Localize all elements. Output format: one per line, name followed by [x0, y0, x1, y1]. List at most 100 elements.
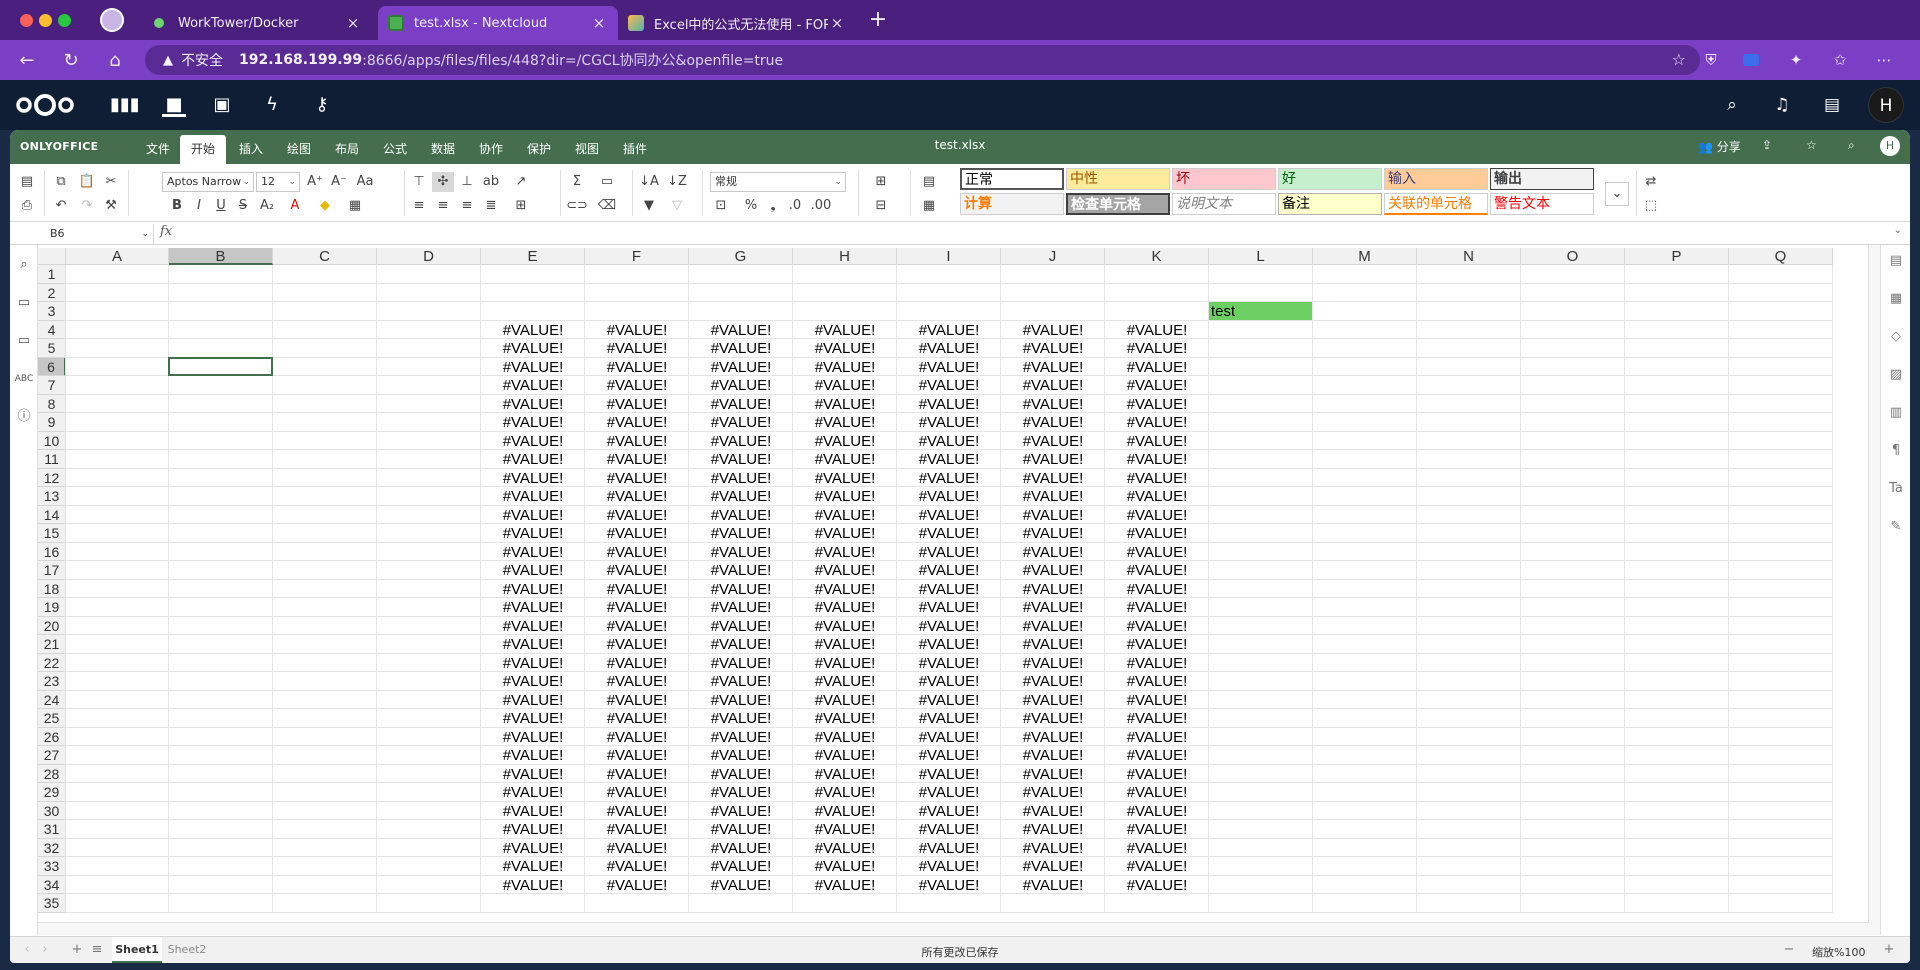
column-header-h[interactable]: H [793, 248, 897, 265]
next-sheet-icon[interactable]: › [36, 941, 54, 959]
cell-f20[interactable]: #VALUE! [585, 617, 689, 635]
profile-avatar[interactable] [100, 8, 124, 32]
column-header-p[interactable]: P [1625, 248, 1729, 265]
cell-f25[interactable]: #VALUE! [585, 709, 689, 727]
cell-i6[interactable]: #VALUE! [897, 358, 1001, 376]
row-header-12[interactable]: 12 [38, 468, 66, 487]
increase-font-icon[interactable]: A⁺ [304, 172, 326, 192]
row-header-26[interactable]: 26 [38, 727, 66, 746]
row-header-11[interactable]: 11 [38, 450, 66, 469]
column-header-a[interactable]: A [66, 248, 169, 265]
search-icon[interactable]: ⌕ [1848, 138, 1855, 153]
cell-k6[interactable]: #VALUE! [1105, 358, 1209, 376]
bookmark-star-icon[interactable]: ☆ [1672, 50, 1686, 69]
cell-i21[interactable]: #VALUE! [897, 635, 1001, 653]
cell-i17[interactable]: #VALUE! [897, 561, 1001, 579]
cell-f26[interactable]: #VALUE! [585, 728, 689, 746]
row-header-10[interactable]: 10 [38, 431, 66, 450]
cell-e5[interactable]: #VALUE! [481, 339, 585, 357]
cell-i13[interactable]: #VALUE! [897, 487, 1001, 505]
menu-view[interactable]: 视图 [568, 135, 606, 164]
select-all-corner[interactable] [38, 248, 66, 265]
cell-e24[interactable]: #VALUE! [481, 691, 585, 709]
style-bad[interactable]: 坏 [1172, 168, 1276, 190]
menu-data[interactable]: 数据 [424, 135, 462, 164]
cell-k15[interactable]: #VALUE! [1105, 524, 1209, 542]
cell-h16[interactable]: #VALUE! [793, 543, 897, 561]
user-avatar[interactable]: H [1868, 87, 1904, 123]
cell-g21[interactable]: #VALUE! [689, 635, 793, 653]
select-all-icon[interactable]: ⬚ [1640, 196, 1662, 216]
cell-g13[interactable]: #VALUE! [689, 487, 793, 505]
cell-f32[interactable]: #VALUE! [585, 839, 689, 857]
contacts-icon[interactable]: ▤ [1820, 93, 1844, 117]
image-settings-icon[interactable]: ▨ [1886, 365, 1906, 385]
column-header-e[interactable]: E [481, 248, 585, 265]
cell-f17[interactable]: #VALUE! [585, 561, 689, 579]
wrap-text-icon[interactable]: ab [480, 172, 502, 192]
row-header-18[interactable]: 18 [38, 579, 66, 598]
cell-k9[interactable]: #VALUE! [1105, 413, 1209, 431]
cell-g19[interactable]: #VALUE! [689, 598, 793, 616]
cell-e21[interactable]: #VALUE! [481, 635, 585, 653]
cell-f22[interactable]: #VALUE! [585, 654, 689, 672]
shape-settings-icon[interactable]: ◇ [1886, 327, 1906, 347]
cell-h17[interactable]: #VALUE! [793, 561, 897, 579]
cell-f18[interactable]: #VALUE! [585, 580, 689, 598]
cell-e19[interactable]: #VALUE! [481, 598, 585, 616]
cell-g7[interactable]: #VALUE! [689, 376, 793, 394]
add-sheet-icon[interactable]: + [68, 941, 86, 959]
close-window-button[interactable] [20, 14, 33, 27]
cell-f10[interactable]: #VALUE! [585, 432, 689, 450]
row-header-16[interactable]: 16 [38, 542, 66, 561]
tab-test-xlsx-nextcloud[interactable]: test.xlsx - Nextcloud × [378, 6, 618, 40]
format-painter-icon[interactable]: ⚒ [100, 196, 122, 216]
cell-g15[interactable]: #VALUE! [689, 524, 793, 542]
save-icon[interactable]: ▤ [16, 172, 38, 192]
cell-e34[interactable]: #VALUE! [481, 876, 585, 894]
align-middle-icon[interactable]: ✣ [432, 172, 454, 192]
cell-i4[interactable]: #VALUE! [897, 321, 1001, 339]
cell-e8[interactable]: #VALUE! [481, 395, 585, 413]
cell-i5[interactable]: #VALUE! [897, 339, 1001, 357]
align-left-icon[interactable]: ≡ [408, 196, 430, 216]
align-bottom-icon[interactable]: ⊥ [456, 172, 478, 192]
cell-g30[interactable]: #VALUE! [689, 802, 793, 820]
cell-e16[interactable]: #VALUE! [481, 543, 585, 561]
cell-j11[interactable]: #VALUE! [1001, 450, 1105, 468]
cell-f11[interactable]: #VALUE! [585, 450, 689, 468]
cell-e25[interactable]: #VALUE! [481, 709, 585, 727]
activity-icon[interactable]: ϟ [260, 93, 284, 117]
menu-home[interactable]: 开始 [180, 135, 226, 164]
cell-h21[interactable]: #VALUE! [793, 635, 897, 653]
cell-h19[interactable]: #VALUE! [793, 598, 897, 616]
zoom-level[interactable]: 缩放%100 [1812, 944, 1865, 960]
cell-i25[interactable]: #VALUE! [897, 709, 1001, 727]
paste-icon[interactable]: 📋 [76, 172, 98, 192]
menu-collaborate[interactable]: 协作 [472, 135, 510, 164]
cell-k4[interactable]: #VALUE! [1105, 321, 1209, 339]
new-tab-button[interactable]: + [864, 6, 892, 34]
subscript-icon[interactable]: A₂ [256, 196, 278, 216]
cell-i10[interactable]: #VALUE! [897, 432, 1001, 450]
cell-j30[interactable]: #VALUE! [1001, 802, 1105, 820]
passwords-key-icon[interactable]: ⚷ [310, 93, 334, 117]
decrease-font-icon[interactable]: A⁻ [328, 172, 350, 192]
cell-k11[interactable]: #VALUE! [1105, 450, 1209, 468]
align-center-icon[interactable]: ≡ [432, 196, 454, 216]
style-output[interactable]: 输出 [1490, 168, 1594, 190]
clear-icon[interactable]: ⌫ [596, 196, 618, 216]
cell-k28[interactable]: #VALUE! [1105, 765, 1209, 783]
cell-j10[interactable]: #VALUE! [1001, 432, 1105, 450]
cell-f8[interactable]: #VALUE! [585, 395, 689, 413]
column-header-k[interactable]: K [1105, 248, 1209, 265]
font-color-icon[interactable]: A [284, 196, 306, 216]
cell-f14[interactable]: #VALUE! [585, 506, 689, 524]
delete-cells-icon[interactable]: ⊟ [870, 196, 892, 216]
row-header-24[interactable]: 24 [38, 690, 66, 709]
cell-e6[interactable]: #VALUE! [481, 358, 585, 376]
cell-e4[interactable]: #VALUE! [481, 321, 585, 339]
italic-icon[interactable]: I [188, 196, 210, 216]
cell-k13[interactable]: #VALUE! [1105, 487, 1209, 505]
merge-cells-icon[interactable]: ⊞ [510, 196, 532, 216]
